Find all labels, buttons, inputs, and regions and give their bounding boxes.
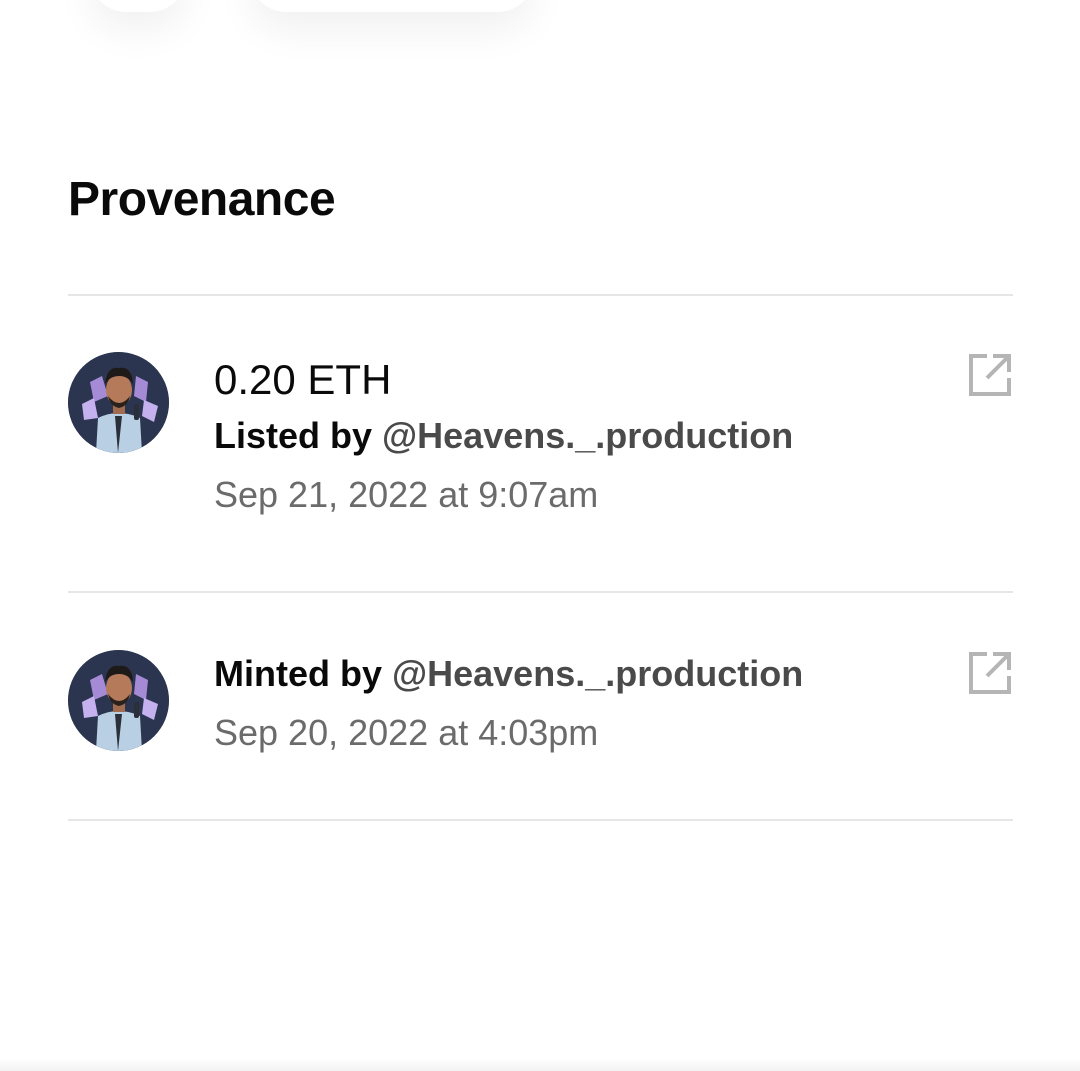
- avatar[interactable]: [68, 650, 169, 751]
- divider: [68, 819, 1013, 821]
- event-details: Minted by @Heavens._.production Sep 20, …: [214, 646, 803, 764]
- external-link-icon[interactable]: [967, 650, 1013, 696]
- event-verb: Minted by: [214, 653, 382, 694]
- provenance-page: Provenance 0.20 ETH Listed by @Heavens._…: [0, 0, 1080, 1071]
- divider: [68, 591, 1013, 593]
- external-link-icon[interactable]: [967, 352, 1013, 398]
- user-handle-link[interactable]: @Heavens._.production: [382, 415, 793, 456]
- divider: [68, 294, 1013, 296]
- section-title: Provenance: [68, 173, 336, 226]
- event-actor: Minted by @Heavens._.production: [214, 646, 803, 702]
- top-action-bar: [0, 0, 1080, 20]
- event-details: 0.20 ETH Listed by @Heavens._.production…: [214, 352, 793, 526]
- event-price: 0.20 ETH: [214, 356, 392, 403]
- user-handle-link[interactable]: @Heavens._.production: [392, 653, 803, 694]
- event-actor: Listed by @Heavens._.production: [214, 408, 793, 464]
- event-timestamp: Sep 21, 2022 at 9:07am: [214, 474, 599, 515]
- event-timestamp: Sep 20, 2022 at 4:03pm: [214, 712, 599, 753]
- top-round-button[interactable]: [90, 0, 186, 12]
- avatar[interactable]: [68, 352, 169, 453]
- top-wide-button[interactable]: [250, 0, 534, 12]
- bottom-edge-shadow: [0, 1059, 1080, 1071]
- avatar-illustration: [68, 352, 169, 453]
- event-verb: Listed by: [214, 415, 373, 456]
- avatar-illustration: [68, 650, 169, 751]
